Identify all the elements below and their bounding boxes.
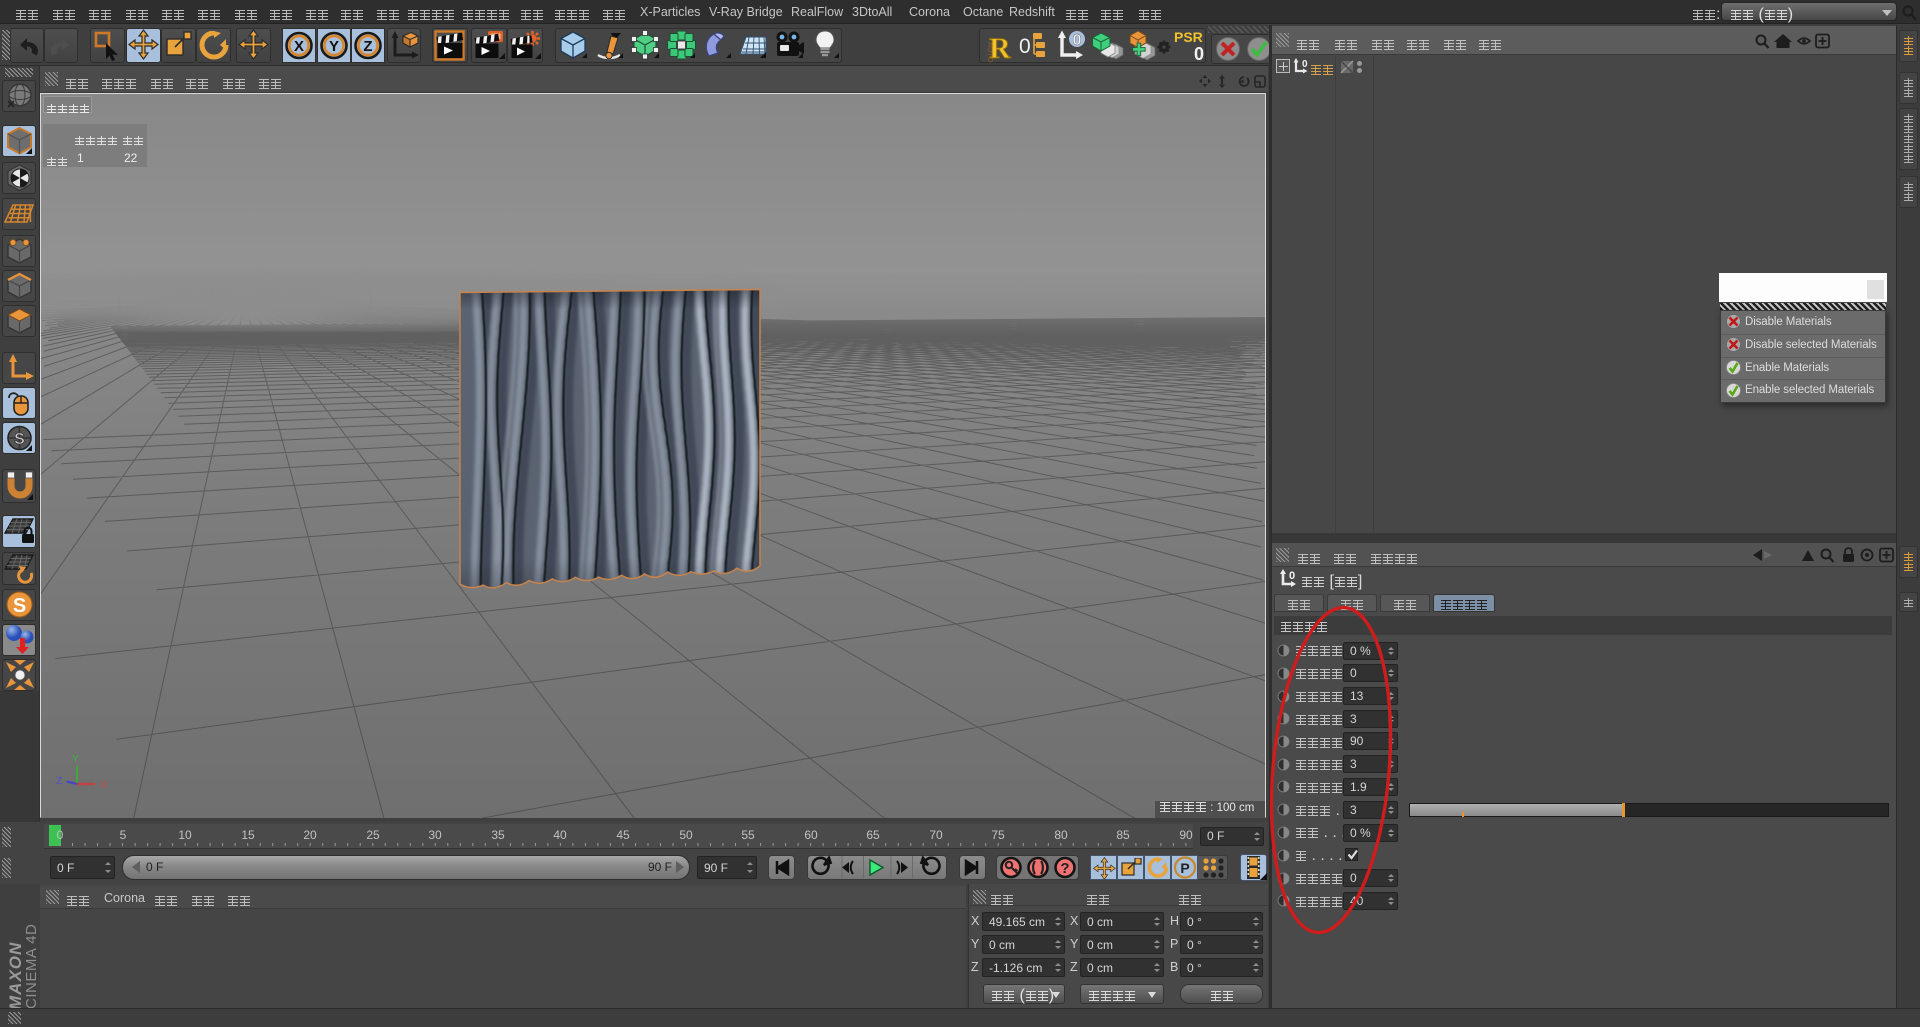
svg-text:P: P [1180, 860, 1189, 876]
svg-text:0: 0 [1289, 570, 1295, 582]
svg-text:?: ? [1060, 860, 1069, 877]
svg-text:0: 0 [1302, 59, 1308, 70]
